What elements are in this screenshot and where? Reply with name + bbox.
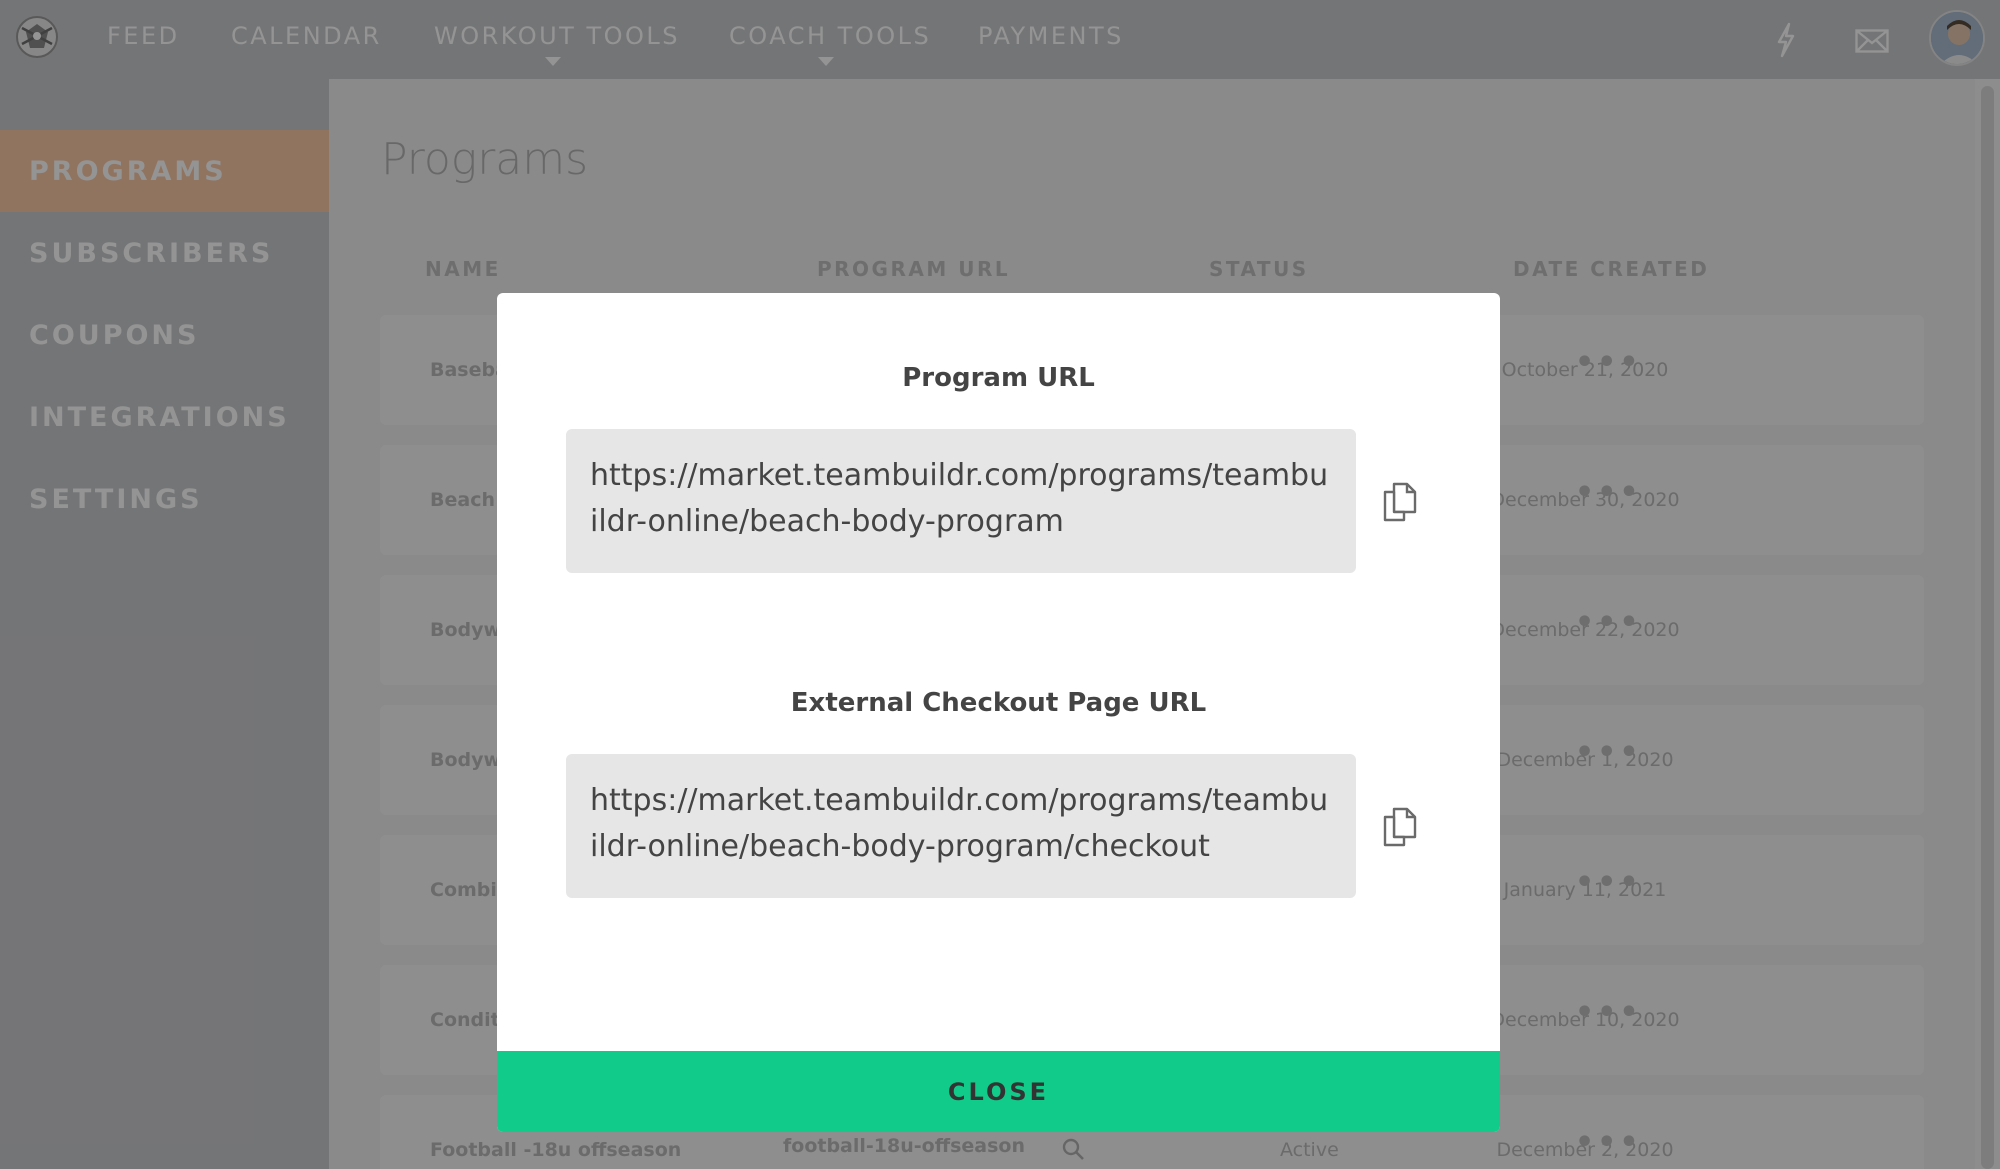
copy-icon[interactable] [1382,805,1418,847]
program-url-label: Program URL [902,363,1095,393]
checkout-url-field[interactable]: https://market.teambuildr.com/programs/t… [566,754,1356,898]
checkout-url-label: External Checkout Page URL [790,688,1207,718]
close-button[interactable]: CLOSE [497,1051,1500,1132]
program-url-dialog: Program URL https://market.teambuildr.co… [497,293,1500,1132]
program-url-field[interactable]: https://market.teambuildr.com/programs/t… [566,429,1356,573]
copy-icon[interactable] [1382,480,1418,522]
